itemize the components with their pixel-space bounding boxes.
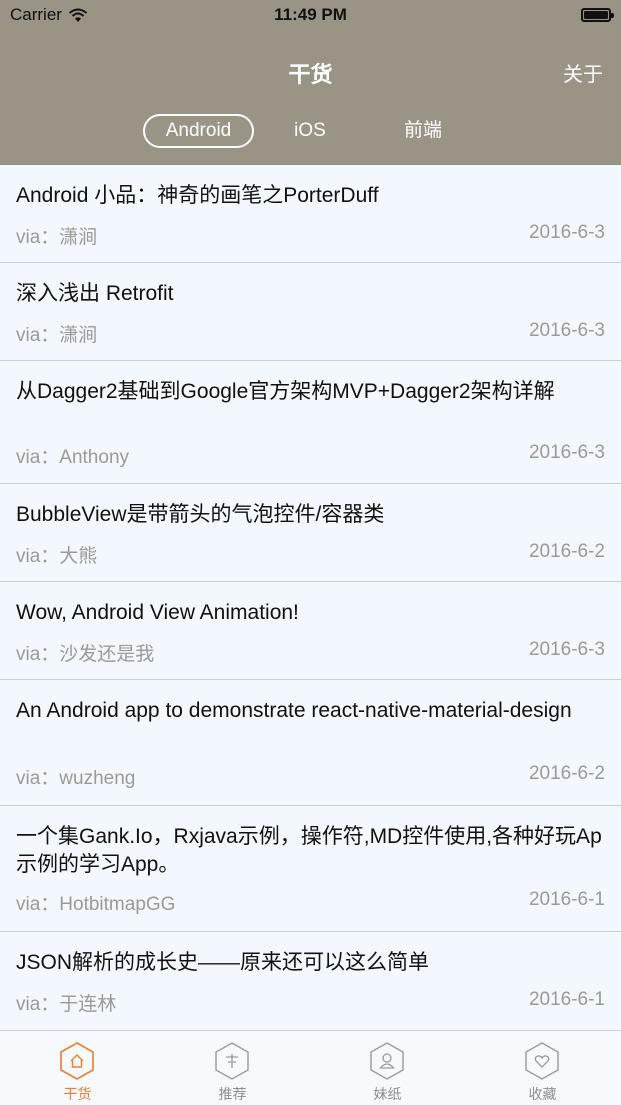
status-bar: Carrier 11:49 PM bbox=[0, 0, 621, 32]
tabbar-label: 推荐 bbox=[218, 1086, 247, 1102]
item-via: via：大熊 bbox=[16, 546, 98, 567]
tab-ios[interactable]: iOS bbox=[270, 114, 350, 148]
list-item[interactable]: 从Dagger2基础到Google官方架构MVP+Dagger2架构详解 via… bbox=[0, 361, 621, 484]
item-date: 2016-6-3 bbox=[528, 442, 605, 463]
item-via: via：wuzheng bbox=[16, 768, 136, 789]
item-via: via：潇涧 bbox=[16, 325, 98, 346]
item-date: 2016-6-3 bbox=[528, 222, 605, 243]
home-icon bbox=[60, 1042, 94, 1080]
recommend-icon bbox=[215, 1042, 249, 1080]
tabbar-label: 干货 bbox=[63, 1086, 92, 1102]
nav-header: 干货 关于 Android iOS 前端 bbox=[0, 32, 621, 165]
item-title: JSON解析的成长史——原来还可以这么简单 bbox=[16, 951, 430, 974]
article-list: Android 小品：神奇的画笔之PorterDuff via：潇涧 2016-… bbox=[0, 165, 621, 1030]
tab-frontend[interactable]: 前端 bbox=[383, 114, 463, 148]
about-button[interactable]: 关于 bbox=[563, 58, 603, 87]
item-date: 2016-6-3 bbox=[528, 639, 605, 660]
tabbar-item-girl[interactable]: 妹纸 bbox=[310, 1031, 465, 1105]
bottom-tab-bar: 干货 推荐 妹纸 收藏 bbox=[0, 1030, 621, 1105]
item-via: via：沙发还是我 bbox=[16, 644, 155, 665]
item-title: 一个集Gank.Io，Rxjava示例，操作符,MD控件使用,各种好玩Ap示例的… bbox=[16, 825, 602, 876]
tabbar-item-recommend[interactable]: 推荐 bbox=[155, 1031, 310, 1105]
item-date: 2016-6-2 bbox=[528, 763, 605, 784]
tabbar-label: 妹纸 bbox=[373, 1086, 402, 1102]
tabbar-item-ganhuo[interactable]: 干货 bbox=[0, 1031, 155, 1105]
heart-icon bbox=[525, 1042, 559, 1080]
category-tabs: Android iOS 前端 bbox=[0, 114, 621, 148]
list-item[interactable]: 一个集Gank.Io，Rxjava示例，操作符,MD控件使用,各种好玩Ap示例的… bbox=[0, 806, 621, 932]
item-title: Wow, Android View Animation! bbox=[16, 601, 299, 624]
item-via: via：潇涧 bbox=[16, 227, 98, 248]
item-date: 2016-6-1 bbox=[528, 889, 605, 910]
item-date: 2016-6-2 bbox=[528, 541, 605, 562]
item-title: An Android app to demonstrate react-nati… bbox=[16, 699, 572, 722]
list-item[interactable]: 深入浅出 Retrofit via：潇涧 2016-6-3 bbox=[0, 263, 621, 361]
tabbar-item-favorites[interactable]: 收藏 bbox=[465, 1031, 620, 1105]
list-item[interactable]: JSON解析的成长史——原来还可以这么简单 via：于连林 2016-6-1 bbox=[0, 932, 621, 1030]
item-title: 从Dagger2基础到Google官方架构MVP+Dagger2架构详解 bbox=[16, 380, 555, 403]
tab-android[interactable]: Android bbox=[143, 114, 254, 148]
item-title: 深入浅出 Retrofit bbox=[16, 282, 174, 305]
list-item[interactable]: BubbleView是带箭头的气泡控件/容器类 via：大熊 2016-6-2 bbox=[0, 484, 621, 582]
item-via: via：HotbitmapGG bbox=[16, 894, 176, 915]
item-title: BubbleView是带箭头的气泡控件/容器类 bbox=[16, 503, 385, 526]
item-date: 2016-6-3 bbox=[528, 320, 605, 341]
tabbar-label: 收藏 bbox=[528, 1086, 557, 1102]
page-title: 干货 bbox=[288, 62, 333, 87]
battery-icon bbox=[581, 8, 614, 22]
item-via: via：Anthony bbox=[16, 447, 130, 468]
list-item[interactable]: An Android app to demonstrate react-nati… bbox=[0, 680, 621, 806]
item-date: 2016-6-1 bbox=[528, 989, 605, 1010]
list-item[interactable]: Android 小品：神奇的画笔之PorterDuff via：潇涧 2016-… bbox=[0, 165, 621, 263]
status-time: 11:49 PM bbox=[274, 5, 347, 24]
list-item[interactable]: Wow, Android View Animation! via：沙发还是我 2… bbox=[0, 582, 621, 680]
item-via: via：于连林 bbox=[16, 994, 117, 1015]
item-title: Android 小品：神奇的画笔之PorterDuff bbox=[16, 184, 379, 207]
girl-icon bbox=[370, 1042, 404, 1080]
